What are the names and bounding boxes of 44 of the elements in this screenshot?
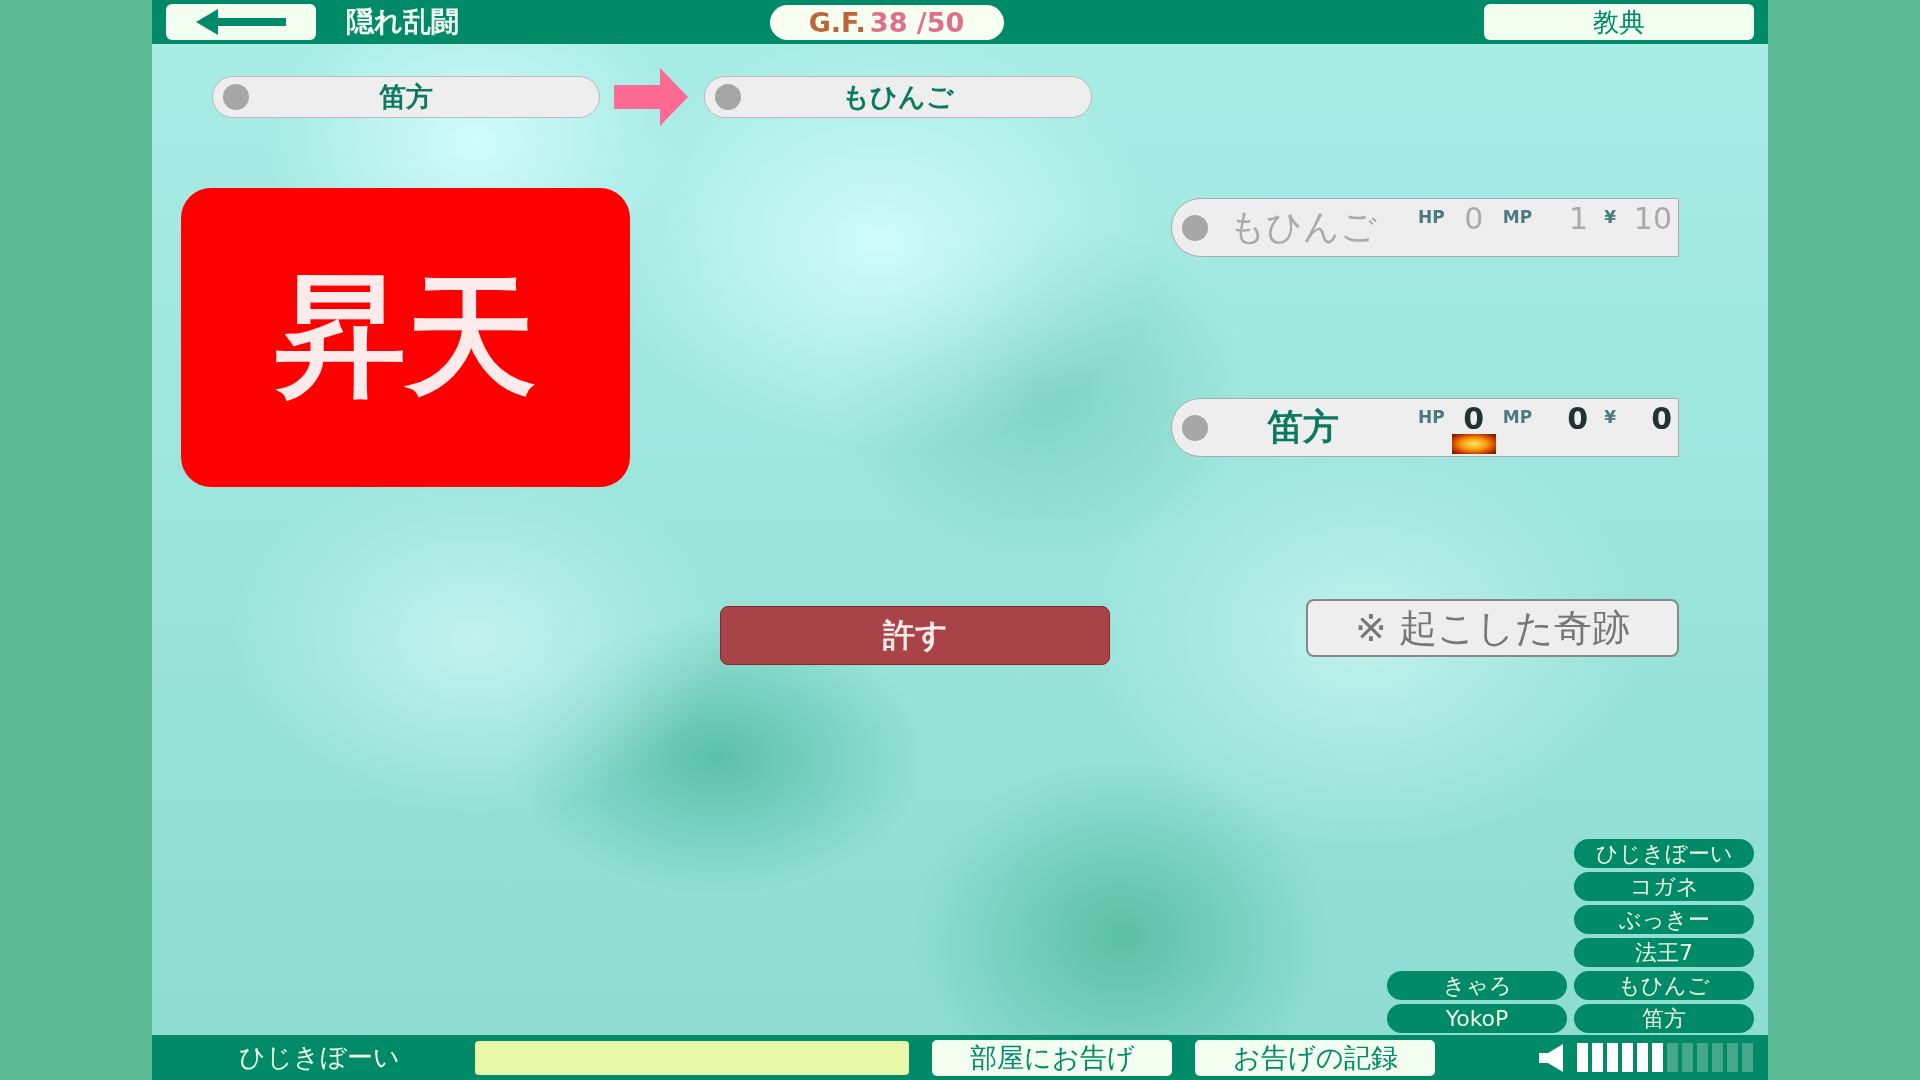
room-title: 隠れ乱闘 [346,4,459,40]
right-arrow-icon [614,68,688,126]
member-name[interactable]: もひんご [1574,971,1754,1000]
player-name: もひんご [1228,205,1378,249]
player-name: 笛方 [378,80,434,114]
announce-button[interactable]: 部屋にお告げ [932,1039,1172,1076]
hp-label: HP [1418,407,1445,427]
mp-value: 1 [1568,201,1589,236]
left-arrow-icon [196,9,286,35]
user-name: ひじきぼーい [237,1041,401,1074]
member-name[interactable]: コガネ [1574,872,1754,901]
status-dot-icon [223,84,249,110]
message-field[interactable] [475,1040,909,1075]
mp-value: 0 [1566,401,1589,436]
verdict-text: 昇天 [275,258,536,414]
member-name[interactable]: ひじきぼーい [1574,839,1754,868]
hp-label: HP [1418,207,1445,227]
member-name[interactable]: YokoP [1387,1004,1567,1033]
status-dot-icon [1182,214,1208,241]
gf-value: 38 /50 [869,6,965,38]
mp-label: MP [1502,207,1533,227]
status-dot-icon [1182,414,1208,441]
hp-value: 0 [1464,201,1484,236]
hp-value: 0 [1463,401,1485,436]
log-button[interactable]: お告げの記録 [1195,1039,1435,1076]
gf-label: G.F. [808,6,866,38]
scripture-button[interactable]: 教典 [1484,4,1754,40]
back-button[interactable] [166,4,316,40]
speaker-icon [1539,1043,1563,1072]
money-value: 0 [1650,401,1672,436]
member-name[interactable]: ぶっきー [1574,905,1754,934]
miracle-button[interactable]: ※ 起こした奇跡 [1306,599,1679,657]
volume-bar[interactable] [1577,1043,1754,1072]
member-name[interactable]: きゃろ [1387,971,1567,1000]
mp-label: MP [1502,407,1533,427]
member-name[interactable]: 笛方 [1574,1004,1754,1033]
player-name: もひんご [841,80,955,114]
player-name: 笛方 [1266,405,1340,449]
money-value: 10 [1632,201,1672,236]
money-label: ¥ [1604,407,1616,427]
money-label: ¥ [1604,207,1616,227]
forgive-button[interactable]: 許す [720,606,1110,665]
member-name[interactable]: 法王7 [1574,938,1754,967]
status-dot-icon [715,84,741,110]
